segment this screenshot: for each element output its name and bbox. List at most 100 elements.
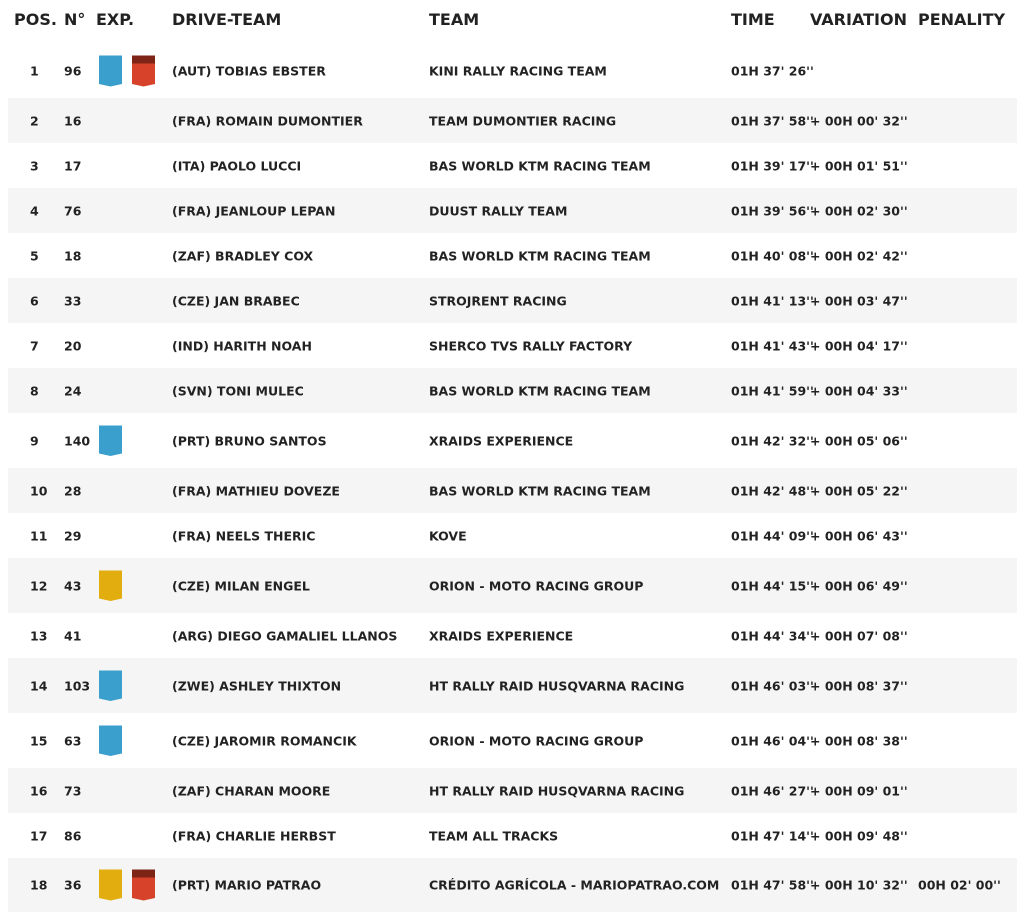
variation-cell: + 00H 02' 30'' — [810, 203, 908, 218]
team-cell: KOVE — [429, 528, 467, 543]
yellow-badge-icon — [99, 869, 122, 901]
table-row[interactable]: 11 29 (FRA) NEELS THERIC KOVE 01H 44' 09'' + … — [8, 513, 1017, 558]
table-row[interactable]: 15 63 (CZE) JAROMIR ROMANCIK ORION - MOTO R… — [8, 713, 1017, 768]
time-cell: 01H 39' 17'' — [731, 158, 814, 173]
blue-badge-icon — [99, 55, 122, 87]
variation-cell: + 00H 06' 43'' — [810, 528, 908, 543]
bib-number-cell: 96 — [64, 63, 82, 79]
driver-cell: (SVN) TONI MULEC — [172, 383, 304, 398]
table-row[interactable]: 17 86 (FRA) CHARLIE HERBST TEAM ALL TRACKS 0… — [8, 813, 1017, 858]
team-cell: SHERCO TVS RALLY FACTORY — [429, 338, 633, 353]
bib-number-cell: 20 — [64, 338, 82, 353]
team-cell: STROJRENT RACING — [429, 293, 567, 308]
bib-number-cell: 28 — [64, 483, 82, 498]
table-row[interactable]: 1 96 (AUT) TOBIAS EBSTER KINI RALLY RACING … — [8, 44, 1017, 98]
bib-number-cell: 16 — [64, 113, 82, 128]
team-cell: XRAIDS EXPERIENCE — [429, 628, 574, 643]
time-cell: 01H 44' 34'' — [731, 628, 814, 643]
bib-number-cell: 73 — [64, 783, 82, 798]
driver-cell: (FRA) MATHIEU DOVEZE — [172, 483, 340, 498]
table-row[interactable]: 5 18 (ZAF) BRADLEY COX BAS WORLD KTM RACING… — [8, 233, 1017, 278]
team-cell: BAS WORLD KTM RACING TEAM — [429, 383, 651, 398]
variation-cell: + 00H 03' 47'' — [810, 293, 908, 308]
time-cell: 01H 41' 13'' — [731, 293, 814, 308]
driver-cell: (CZE) JAN BRABEC — [172, 293, 300, 308]
red-badge-icon — [132, 55, 155, 87]
header-time[interactable]: TIME — [731, 10, 775, 29]
team-cell: XRAIDS EXPERIENCE — [429, 433, 574, 448]
table-row[interactable]: 4 76 (FRA) JEANLOUP LEPAN DUUST RALLY TEAM 0… — [8, 188, 1017, 233]
bib-number-cell: 24 — [64, 383, 82, 398]
table-row[interactable]: 9 140 (PRT) BRUNO SANTOS XRAIDS EXPERIENCE 0… — [8, 413, 1017, 468]
table-row[interactable]: 18 36 (PRT) MARIO PATRAO CRÉDITO AGRÍCOLA -… — [8, 858, 1017, 912]
time-cell: 01H 44' 09'' — [731, 528, 814, 543]
time-cell: 01H 37' 26'' — [731, 63, 814, 79]
table-row[interactable]: 13 41 (ARG) DIEGO GAMALIEL LLANOS XRAIDS EX… — [8, 613, 1017, 658]
table-body: 1 96 (AUT) TOBIAS EBSTER KINI RALLY RACING … — [0, 44, 1019, 912]
variation-cell: + 00H 02' 42'' — [810, 248, 908, 263]
table-row[interactable]: 3 17 (ITA) PAOLO LUCCI BAS WORLD KTM RACING… — [8, 143, 1017, 188]
header-team[interactable]: TEAM — [429, 10, 479, 29]
variation-cell: + 00H 05' 22'' — [810, 483, 908, 498]
bib-number-cell: 43 — [64, 578, 82, 593]
team-cell: KINI RALLY RACING TEAM — [429, 63, 607, 79]
variation-cell: + 00H 08' 37'' — [810, 678, 908, 693]
blue-badge-icon — [99, 425, 122, 456]
team-cell: CRÉDITO AGRÍCOLA - MARIOPATRAO.COM — [429, 877, 720, 893]
table-row[interactable]: 2 16 (FRA) ROMAIN DUMONTIER TEAM DUMONTIER … — [8, 98, 1017, 143]
driver-cell: (ZAF) CHARAN MOORE — [172, 783, 331, 798]
red-badge-icon — [132, 869, 155, 901]
team-cell: HT RALLY RAID HUSQVARNA RACING — [429, 783, 685, 798]
bib-number-cell: 33 — [64, 293, 82, 308]
table-row[interactable]: 10 28 (FRA) MATHIEU DOVEZE BAS WORLD KTM RA… — [8, 468, 1017, 513]
driver-cell: (ZWE) ASHLEY THIXTON — [172, 678, 342, 693]
time-cell: 01H 46' 04'' — [731, 733, 814, 748]
variation-cell: + 00H 04' 33'' — [810, 383, 908, 398]
header-exp[interactable]: EXP. — [96, 10, 134, 29]
time-cell: 01H 46' 27'' — [731, 783, 814, 798]
bib-number-cell: 103 — [64, 678, 91, 693]
variation-cell: + 00H 10' 32'' — [810, 877, 908, 893]
driver-cell: (FRA) NEELS THERIC — [172, 528, 316, 543]
time-cell: 01H 46' 03'' — [731, 678, 814, 693]
header-num[interactable]: N° — [64, 10, 85, 29]
header-variation[interactable]: VARIATION — [810, 10, 907, 29]
time-cell: 01H 42' 32'' — [731, 433, 814, 448]
variation-cell: + 00H 09' 01'' — [810, 783, 908, 798]
header-penalty[interactable]: PENALITY — [918, 10, 1005, 29]
driver-cell: (ZAF) BRADLEY COX — [172, 248, 314, 263]
time-cell: 01H 40' 08'' — [731, 248, 814, 263]
table-row[interactable]: 8 24 (SVN) TONI MULEC BAS WORLD KTM RACING … — [8, 368, 1017, 413]
time-cell: 01H 47' 14'' — [731, 828, 814, 843]
variation-cell: + 00H 04' 17'' — [810, 338, 908, 353]
bib-number-cell: 63 — [64, 733, 82, 748]
time-cell: 01H 41' 59'' — [731, 383, 814, 398]
table-row[interactable]: 12 43 (CZE) MILAN ENGEL ORION - MOTO RACING… — [8, 558, 1017, 613]
variation-cell: + 00H 00' 32'' — [810, 113, 908, 128]
penalty-cell: 00H 02' 00'' — [918, 877, 1001, 893]
bib-number-cell: 140 — [64, 433, 91, 448]
bib-number-cell: 29 — [64, 528, 82, 543]
team-cell: TEAM ALL TRACKS — [429, 828, 559, 843]
driver-cell: (FRA) ROMAIN DUMONTIER — [172, 113, 363, 128]
time-cell: 01H 47' 58'' — [731, 877, 814, 893]
table-row[interactable]: 7 20 (IND) HARITH NOAH SHERCO TVS RALLY FAC… — [8, 323, 1017, 368]
table-row[interactable]: 14 103 (ZWE) ASHLEY THIXTON HT RALLY RAID H… — [8, 658, 1017, 713]
table-row[interactable]: 16 73 (ZAF) CHARAN MOORE HT RALLY RAID HUSQ… — [8, 768, 1017, 813]
driver-cell: (ARG) DIEGO GAMALIEL LLANOS — [172, 628, 398, 643]
driver-cell: (ITA) PAOLO LUCCI — [172, 158, 302, 173]
team-cell: DUUST RALLY TEAM — [429, 203, 568, 218]
team-cell: ORION - MOTO RACING GROUP — [429, 733, 644, 748]
bib-number-cell: 86 — [64, 828, 82, 843]
team-cell: BAS WORLD KTM RACING TEAM — [429, 248, 651, 263]
team-cell: BAS WORLD KTM RACING TEAM — [429, 158, 651, 173]
table-row[interactable]: 6 33 (CZE) JAN BRABEC STROJRENT RACING 01H 4… — [8, 278, 1017, 323]
header-driver[interactable]: DRIVE-TEAM — [172, 10, 281, 29]
bib-number-cell: 76 — [64, 203, 82, 218]
variation-cell: + 00H 07' 08'' — [810, 628, 908, 643]
header-pos[interactable]: POS. — [14, 10, 57, 29]
team-cell: BAS WORLD KTM RACING TEAM — [429, 483, 651, 498]
blue-badge-icon — [99, 725, 122, 756]
team-cell: TEAM DUMONTIER RACING — [429, 113, 617, 128]
driver-cell: (IND) HARITH NOAH — [172, 338, 312, 353]
